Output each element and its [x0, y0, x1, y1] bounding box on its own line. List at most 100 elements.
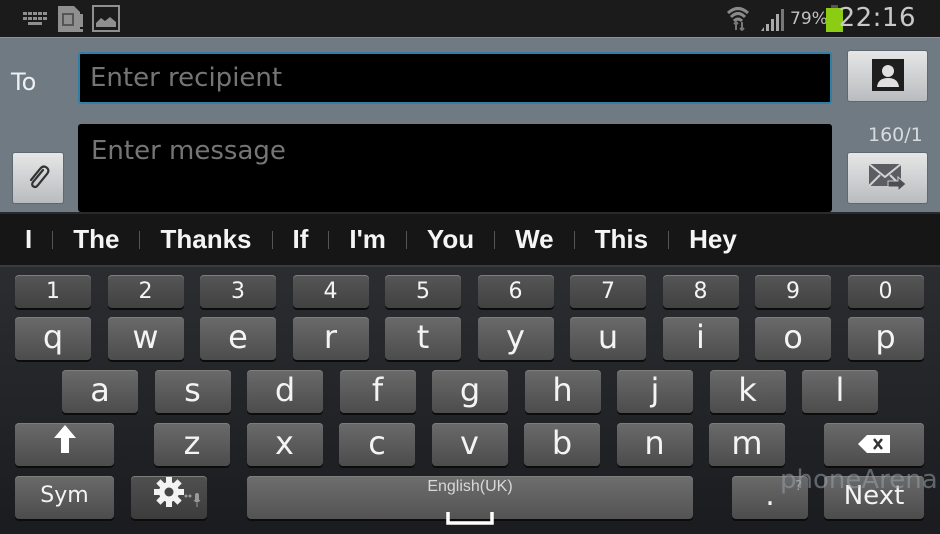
contacts-button[interactable]	[847, 50, 928, 102]
suggestion-item[interactable]: Thanks	[160, 224, 251, 255]
shift-key[interactable]	[15, 423, 114, 466]
suggestion-item[interactable]: This	[595, 224, 648, 255]
key-label: 8	[693, 279, 708, 304]
key-l[interactable]: l	[802, 370, 878, 413]
keyboard: Sym English(UK) . ? Next 1 2 3 4 5 6 7 8 9 0 q w e r t…	[0, 267, 940, 529]
key-label: c	[368, 423, 386, 462]
image-icon	[92, 5, 120, 37]
suggestion-bar: I The Thanks If I'm You We This Hey	[0, 212, 940, 267]
next-label: Next	[843, 480, 905, 511]
key-p[interactable]: p	[847, 317, 924, 360]
key-8[interactable]: 8	[662, 275, 739, 308]
key-g[interactable]: g	[432, 370, 508, 413]
suggestion-divider	[139, 230, 141, 249]
key-h[interactable]: h	[524, 370, 601, 413]
key-t[interactable]: t	[385, 317, 461, 360]
key-1[interactable]: 1	[15, 275, 91, 308]
key-y[interactable]: y	[477, 317, 554, 360]
suggestion-divider	[573, 230, 575, 249]
suggestion-item[interactable]: If	[293, 224, 309, 255]
key-label: n	[644, 423, 665, 462]
key-9[interactable]: 9	[755, 275, 831, 308]
char-counter: 160/1	[868, 124, 923, 146]
key-d[interactable]: d	[247, 370, 323, 413]
key-z[interactable]: z	[154, 423, 230, 466]
next-key[interactable]: Next	[824, 476, 924, 519]
key-n[interactable]: n	[616, 423, 693, 466]
key-k[interactable]: k	[709, 370, 786, 413]
attach-button[interactable]	[12, 152, 64, 204]
suggestion-item[interactable]: We	[515, 224, 554, 255]
contact-icon	[871, 58, 904, 94]
compose-area: To 160/1	[0, 37, 940, 212]
key-o[interactable]: o	[755, 317, 831, 360]
key-f[interactable]: f	[339, 370, 416, 413]
key-a[interactable]: a	[62, 370, 138, 413]
suggestion-item[interactable]: I'm	[349, 224, 386, 255]
period-hint: ?	[795, 479, 802, 494]
send-message-icon	[867, 162, 908, 195]
suggestion-item[interactable]: I	[25, 224, 32, 255]
backspace-icon	[857, 424, 891, 462]
key-label: m	[731, 423, 763, 462]
key-label: e	[228, 317, 248, 356]
key-label: w	[132, 317, 159, 356]
key-label: p	[875, 317, 896, 356]
key-label: l	[835, 370, 845, 409]
key-b[interactable]: b	[524, 423, 600, 466]
key-label: h	[552, 370, 573, 409]
status-bar: 79% 22:16	[0, 0, 940, 37]
key-s[interactable]: s	[154, 370, 231, 413]
key-label: q	[42, 317, 64, 356]
key-r[interactable]: r	[292, 317, 369, 360]
backspace-key[interactable]	[824, 423, 924, 466]
language-label: English(UK)	[427, 478, 513, 495]
period-key[interactable]: . ?	[732, 476, 808, 519]
key-label: o	[783, 317, 803, 356]
key-u[interactable]: u	[570, 317, 646, 360]
settings-key[interactable]	[131, 476, 207, 519]
key-label: x	[275, 423, 294, 462]
key-j[interactable]: j	[617, 370, 693, 413]
key-w[interactable]: w	[107, 317, 184, 360]
key-label: d	[274, 370, 296, 409]
suggestion-item[interactable]: Hey	[689, 224, 737, 255]
key-5[interactable]: 5	[385, 275, 461, 308]
key-c[interactable]: c	[339, 423, 415, 466]
key-2[interactable]: 2	[107, 275, 184, 308]
suggestion-divider	[328, 230, 330, 249]
key-3[interactable]: 3	[200, 275, 276, 308]
key-6[interactable]: 6	[477, 275, 554, 308]
key-i[interactable]: i	[662, 317, 739, 360]
key-label: 7	[601, 279, 615, 304]
key-label: u	[597, 317, 619, 356]
message-input[interactable]	[78, 124, 832, 212]
suggestion-item[interactable]: You	[427, 224, 474, 255]
key-label: b	[551, 423, 573, 462]
key-label: y	[506, 317, 525, 356]
send-button[interactable]	[847, 152, 928, 204]
gear-icon	[153, 476, 185, 516]
recipient-input[interactable]	[78, 52, 832, 104]
key-q[interactable]: q	[15, 317, 91, 360]
key-label: t	[416, 317, 430, 356]
key-x[interactable]: x	[246, 423, 323, 466]
key-label: 6	[508, 279, 523, 304]
key-m[interactable]: m	[709, 423, 785, 466]
key-v[interactable]: v	[431, 423, 508, 466]
key-7[interactable]: 7	[570, 275, 646, 308]
paperclip-icon	[24, 163, 52, 194]
key-label: 3	[231, 279, 245, 304]
key-label: z	[183, 423, 201, 462]
key-e[interactable]: e	[200, 317, 276, 360]
space-key[interactable]: English(UK)	[247, 476, 693, 525]
suggestion-divider	[271, 230, 273, 249]
suggestion-item[interactable]: The	[73, 224, 119, 255]
sym-key[interactable]: Sym	[15, 476, 114, 519]
key-4[interactable]: 4	[292, 275, 369, 308]
key-label: 0	[878, 279, 893, 304]
key-label: r	[323, 317, 338, 356]
signal-icon	[761, 9, 785, 36]
sim-card-alert-icon	[58, 6, 83, 37]
key-0[interactable]: 0	[847, 275, 924, 308]
